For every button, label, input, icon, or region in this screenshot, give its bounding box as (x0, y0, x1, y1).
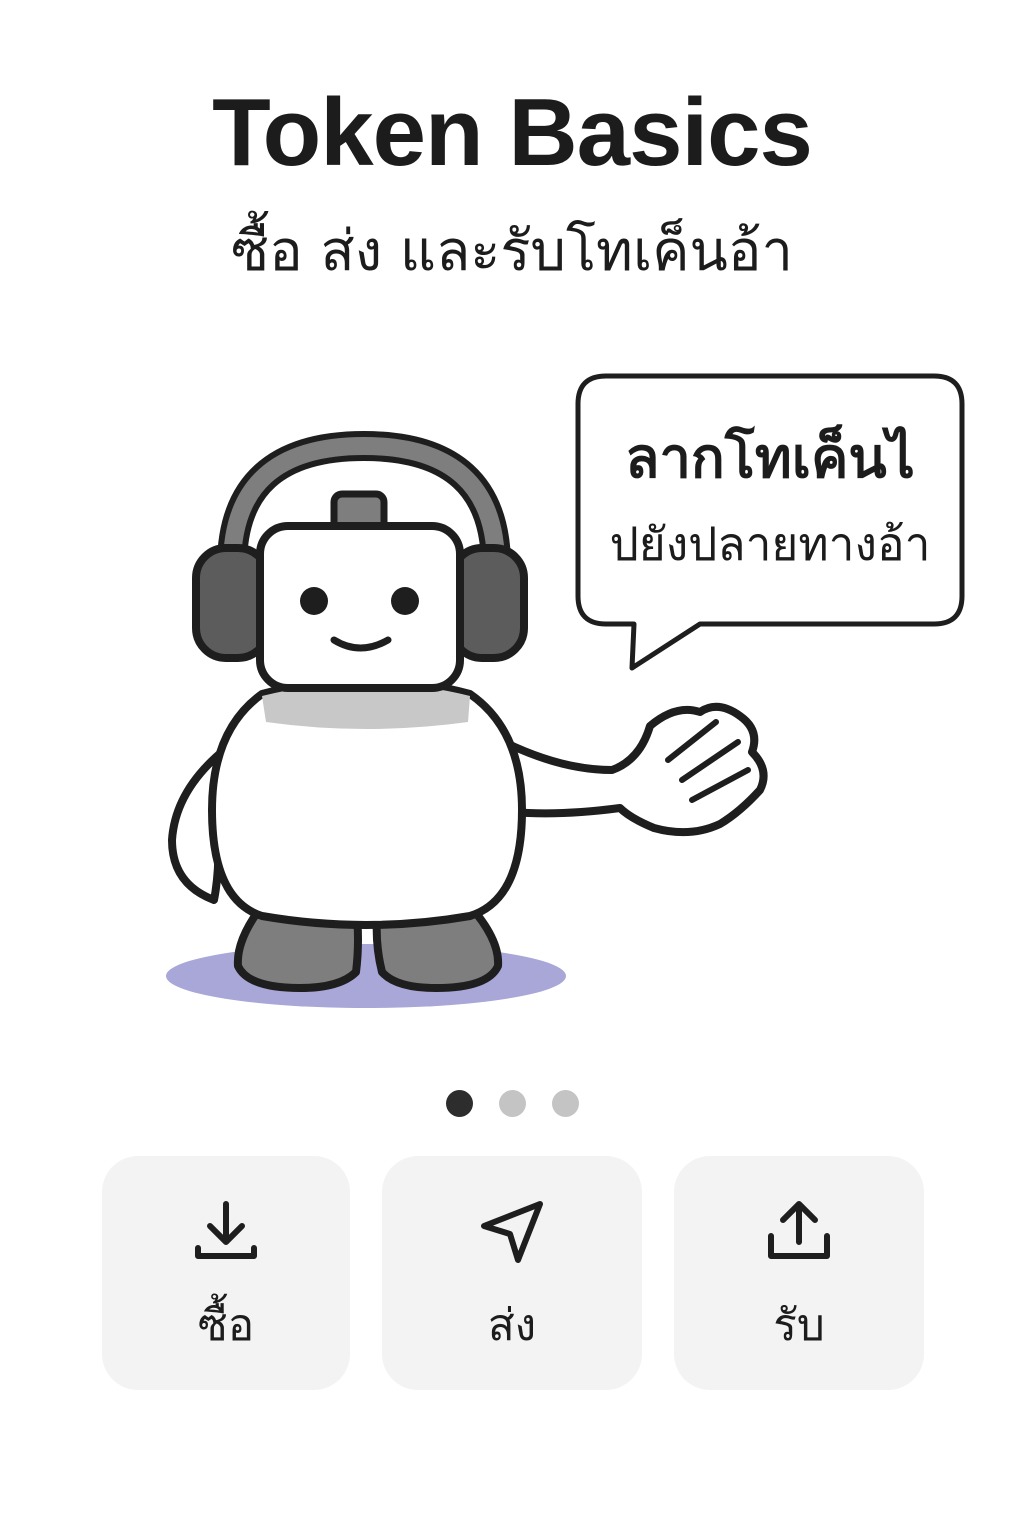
pagination-dot-2[interactable] (498, 1090, 526, 1117)
download-icon (195, 1201, 257, 1259)
action-buttons: ซื้อ ส่ง รับ (102, 1156, 924, 1390)
send-button[interactable]: ส่ง (382, 1156, 642, 1390)
pagination-dot-1[interactable] (445, 1090, 473, 1117)
buy-button[interactable]: ซื้อ (102, 1156, 350, 1390)
robot-right-arm (496, 702, 768, 837)
receive-button-label: รับ (773, 1300, 825, 1351)
speech-bubble-line-2: ปยังปลายทางอ้า (609, 517, 931, 571)
receive-button[interactable]: รับ (674, 1156, 924, 1390)
ground-shadow (166, 944, 566, 1008)
robot-right-eye (391, 587, 419, 615)
robot-left-eye (300, 587, 328, 615)
send-icon (481, 1201, 543, 1263)
pagination-dots (0, 1090, 1024, 1118)
pagination-dot-3[interactable] (551, 1090, 579, 1117)
speech-bubble-line-1: ลากโทเค็นไ (625, 426, 915, 491)
upload-icon (768, 1201, 830, 1259)
buy-button-label: ซื้อ (197, 1300, 255, 1351)
robot-head (256, 522, 464, 692)
send-button-label: ส่ง (487, 1300, 537, 1351)
